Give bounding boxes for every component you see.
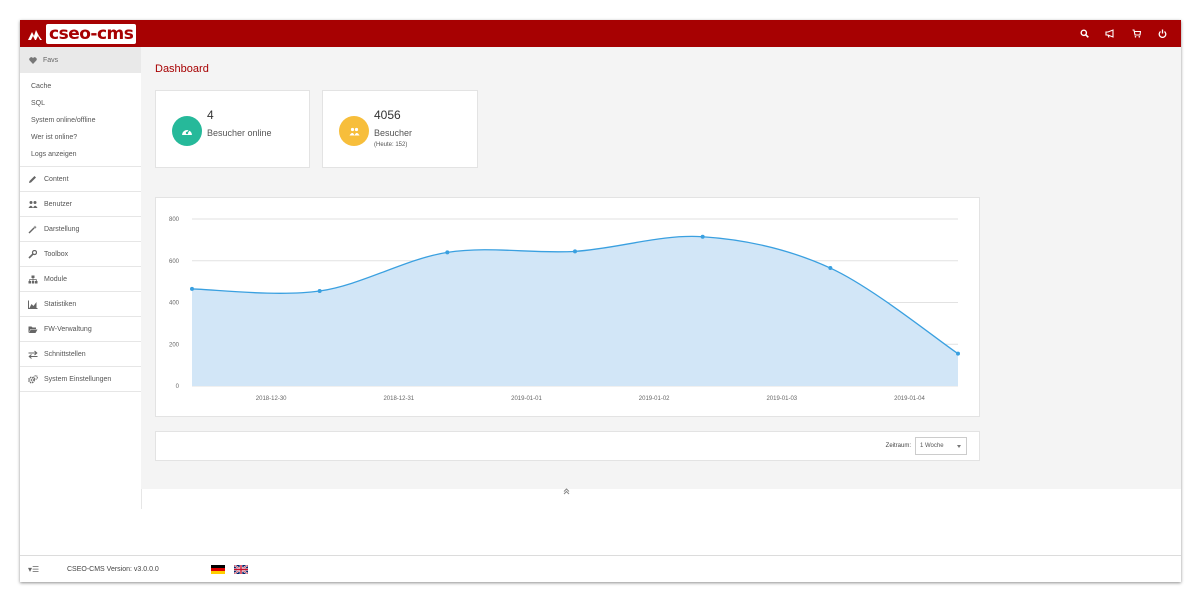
sidebar-item-label: Module [44, 275, 67, 283]
data-point-1 [317, 289, 322, 294]
x-tick-label: 2019-01-02 [639, 396, 670, 402]
folder-open-icon [28, 324, 38, 334]
uk-flag-icon[interactable] [234, 565, 248, 574]
stat-label: Besucher online [207, 128, 272, 138]
sidebar-item-label: Schnittstellen [44, 350, 86, 358]
sidebar-item-fw-verwaltung[interactable]: FW-Verwaltung [20, 316, 141, 341]
sidebar-item-benutzer[interactable]: Benutzer [20, 191, 141, 216]
timerange-label: Zeitraum: [885, 443, 911, 449]
favs-label: Favs [43, 56, 59, 64]
sidebar-item-label: Content [44, 175, 69, 183]
stat-label: Besucher [374, 128, 413, 138]
favs-item-sql[interactable]: SQL [31, 95, 141, 112]
data-point-3 [573, 249, 577, 254]
sidebar-item-toolbox[interactable]: Toolbox [20, 241, 141, 266]
users-icon [349, 127, 359, 135]
top-icon-bar [1071, 20, 1175, 47]
sidebar-item-label: Benutzer [44, 200, 73, 208]
logo-mark-icon [28, 29, 42, 40]
footer: ▾☰ CSEO-CMS Version: v3.0.0.0 [20, 555, 1181, 582]
stat-circle [172, 116, 202, 146]
sidebar-item-module[interactable]: Module [20, 266, 141, 291]
sidebar-item-system-einstellungen[interactable]: System Einstellungen [20, 366, 141, 392]
bullhorn-icon[interactable] [1097, 20, 1123, 47]
sidebar-item-label: Toolbox [44, 250, 69, 258]
logo[interactable]: cseo-cms [28, 23, 137, 44]
timerange-selected-value: 1 Woche [920, 443, 944, 449]
sidebar-item-label: Darstellung [44, 225, 80, 233]
visitor-chart-panel: 0 200 400 600 800 2018-12-30 2018-12-31 2019-01… [155, 197, 980, 417]
favs-item-system-online-offline[interactable]: System online/offline [31, 112, 141, 129]
favs-header[interactable]: Favs [20, 47, 141, 73]
area-chart-icon [28, 299, 38, 309]
y-tick-label: 200 [169, 342, 180, 348]
power-icon[interactable] [1149, 20, 1175, 47]
sidebar-toggle-button[interactable]: ▾☰ [28, 565, 39, 574]
scroll-to-top-button[interactable] [563, 488, 570, 497]
wrench-icon [28, 249, 38, 259]
data-point-2 [445, 250, 450, 255]
sidebar-item-darstellung[interactable]: Darstellung [20, 216, 141, 241]
x-tick-label: 2019-01-01 [511, 396, 542, 402]
x-tick-label: 2018-12-30 [256, 396, 287, 402]
page-title: Dashboard [155, 63, 209, 75]
favs-item-wer-ist-online[interactable]: Wer ist online? [31, 129, 141, 146]
sidebar-item-content[interactable]: Content [20, 166, 141, 191]
y-tick-label: 0 [176, 384, 180, 390]
stat-subtext: (Heute: 152) [374, 142, 408, 148]
exchange-icon [28, 349, 38, 359]
data-point-6 [956, 351, 960, 356]
cart-icon[interactable] [1123, 20, 1149, 47]
data-point-5 [828, 266, 833, 271]
search-icon[interactable] [1071, 20, 1097, 47]
x-tick-label: 2018-12-31 [383, 396, 414, 402]
x-tick-label: 2019-01-04 [894, 396, 925, 402]
sitemap-icon [28, 274, 38, 284]
app-window: cseo-cms Favs Cache SQL System online/of… [20, 20, 1181, 582]
stat-card-visitors: 4056 Besucher (Heute: 152) [322, 90, 478, 168]
heart-icon [29, 56, 37, 64]
magic-wand-icon [28, 224, 38, 234]
data-point-4 [700, 234, 705, 239]
favs-item-cache[interactable]: Cache [31, 78, 141, 95]
chevron-down-icon [957, 445, 961, 448]
y-tick-label: 800 [169, 217, 180, 223]
logo-text: cseo-cms [49, 23, 134, 44]
stat-circle [339, 116, 369, 146]
y-tick-label: 400 [169, 301, 180, 307]
sidebar-item-label: System Einstellungen [44, 375, 112, 383]
area-fill [192, 236, 958, 386]
stat-number: 4056 [374, 108, 401, 122]
sidebar-item-schnittstellen[interactable]: Schnittstellen [20, 341, 141, 366]
favs-item-logs-anzeigen[interactable]: Logs anzeigen [31, 146, 141, 163]
de-flag-icon[interactable] [211, 565, 225, 574]
cogs-icon [28, 374, 38, 384]
stat-number: 4 [207, 108, 214, 122]
main-content: Dashboard 4 Besucher online 4056 Besuche… [141, 47, 1181, 495]
double-chevron-up-icon [563, 488, 570, 495]
stat-card-online: 4 Besucher online [155, 90, 310, 168]
logo-box: cseo-cms [46, 23, 137, 44]
version-text: CSEO-CMS Version: v3.0.0.0 [67, 566, 159, 573]
x-tick-label: 2019-01-03 [766, 396, 797, 402]
dashboard-icon [182, 129, 192, 135]
y-tick-label: 600 [169, 259, 180, 265]
sidebar-item-statistiken[interactable]: Statistiken [20, 291, 141, 316]
data-point-0 [190, 286, 194, 291]
timerange-filter-panel: Zeitraum: 1 Woche [155, 431, 980, 461]
timerange-select[interactable]: 1 Woche [915, 437, 967, 455]
sidebar-item-label: Statistiken [44, 300, 77, 308]
sidebar: Favs Cache SQL System online/offline Wer… [20, 47, 142, 509]
pencil-icon [28, 174, 38, 184]
favs-list: Cache SQL System online/offline Wer ist … [20, 73, 141, 166]
visitor-area-chart: 0 200 400 600 800 2018-12-30 2018-12-31 2019-01… [169, 217, 960, 402]
top-navbar: cseo-cms [20, 20, 1181, 47]
users-icon [28, 199, 38, 209]
sidebar-item-label: FW-Verwaltung [44, 325, 92, 333]
